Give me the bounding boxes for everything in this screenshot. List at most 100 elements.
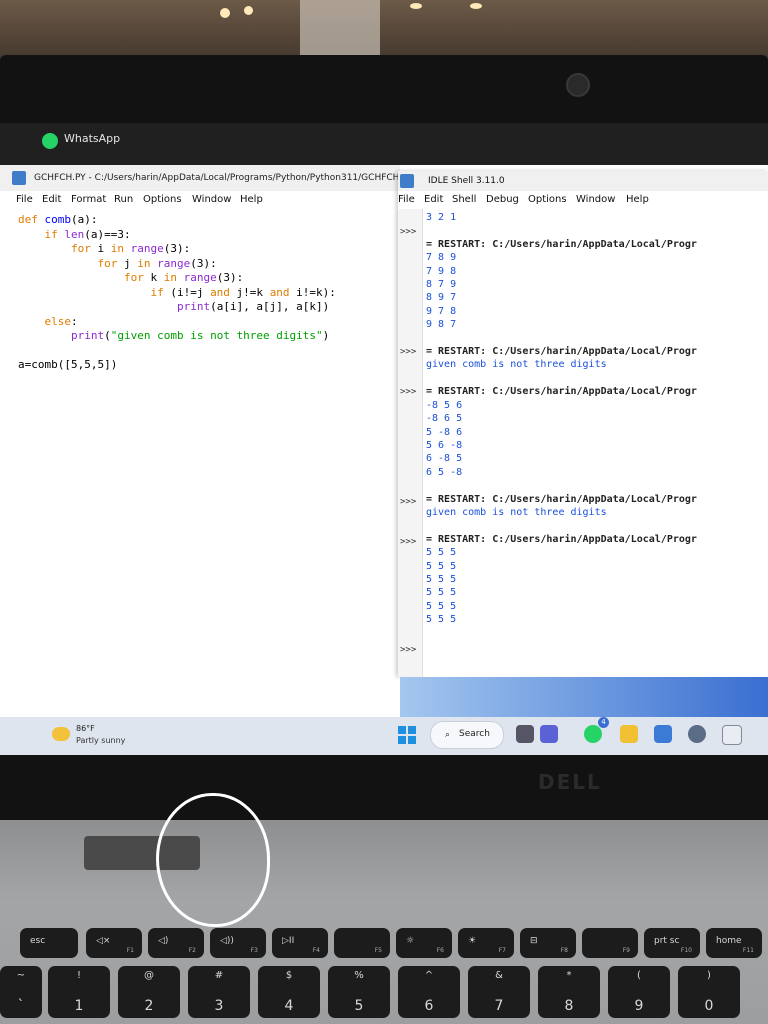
file-explorer-icon[interactable] xyxy=(620,725,638,743)
idle-feather-icon xyxy=(400,174,414,188)
key-9[interactable]: (9 xyxy=(608,966,670,1018)
shell-menu-shell[interactable]: Shell xyxy=(452,194,476,205)
message-line: given comb is not three digits xyxy=(426,506,607,518)
partly-sunny-icon[interactable] xyxy=(52,727,70,741)
key-2[interactable]: @2 xyxy=(118,966,180,1018)
output-line: 6 5 -8 xyxy=(426,466,463,478)
shell-menu-debug[interactable]: Debug xyxy=(486,194,519,205)
editor-title: GCHFCH.PY - C:/Users/harin/AppData/Local… xyxy=(34,173,452,183)
key-f10[interactable]: prt sc F10 xyxy=(644,928,700,958)
shell-titlebar[interactable]: IDLE Shell 3.11.0 xyxy=(398,171,768,191)
key-f7[interactable]: ☀ F7 xyxy=(458,928,514,958)
key-backtick[interactable]: ~ ` xyxy=(0,966,42,1018)
shell-prompt: >>> xyxy=(400,387,417,397)
output-line: 6 -8 5 xyxy=(426,453,463,465)
store-icon[interactable] xyxy=(654,725,672,743)
message-line: given comb is not three digits xyxy=(426,359,607,371)
shell-output[interactable]: 3 2 1 = RESTART: C:/Users/harin/AppData/… xyxy=(426,211,697,627)
shell-menu-edit[interactable]: Edit xyxy=(424,194,443,205)
whatsapp-titlebar[interactable]: WhatsApp xyxy=(0,123,768,165)
desktop-wallpaper xyxy=(400,677,768,717)
shell-prompt-gutter: >>> >>> >>> >>> >>> >>> xyxy=(398,209,423,677)
shell-prompt: >>> xyxy=(400,645,417,655)
editor-menu-file[interactable]: File xyxy=(16,194,33,205)
output-line: 7 9 8 xyxy=(426,265,457,277)
output-line: 7 8 9 xyxy=(426,252,457,264)
key-f5[interactable]: F5 xyxy=(334,928,390,958)
output-line: 5 5 5 xyxy=(426,573,457,585)
shell-menu-help[interactable]: Help xyxy=(626,194,649,205)
key-f9[interactable]: F9 xyxy=(582,928,638,958)
weather-description[interactable]: Partly sunny xyxy=(76,736,125,745)
editor-menu-window[interactable]: Window xyxy=(192,194,231,205)
output-line: 9 8 7 xyxy=(426,319,457,331)
ceiling-light xyxy=(220,8,230,18)
shell-menu-file[interactable]: File xyxy=(398,194,415,205)
code-editor[interactable]: def comb(a): if len(a)==3: for i in rang… xyxy=(18,213,336,373)
shell-menu-window[interactable]: Window xyxy=(576,194,615,205)
whatsapp-taskbar-icon[interactable] xyxy=(584,725,602,743)
editor-menu-format[interactable]: Format xyxy=(71,194,106,205)
output-line: 8 9 7 xyxy=(426,292,457,304)
hand-drawn-circle xyxy=(156,793,270,927)
ceiling-light xyxy=(470,3,482,9)
dell-logo: DELL xyxy=(538,770,602,794)
restart-line: = RESTART: C:/Users/harin/AppData/Local/… xyxy=(426,346,697,358)
idle-feather-icon xyxy=(12,171,26,185)
key-1[interactable]: ! 1 xyxy=(48,966,110,1018)
shell-window[interactable]: IDLE Shell 3.11.0 File Edit Shell Debug … xyxy=(398,171,768,677)
shell-menubar: File Edit Shell Debug Options Window Hel… xyxy=(398,192,768,208)
chat-icon[interactable] xyxy=(540,725,558,743)
output-line: 8 7 9 xyxy=(426,279,457,291)
key-f3[interactable]: ◁)) F3 xyxy=(210,928,266,958)
idle-taskbar-icon[interactable] xyxy=(722,725,742,745)
laptop-screen: WhatsApp GCHFCH.PY - C:/Users/harin/AppD… xyxy=(0,123,768,755)
output-line: 5 5 5 xyxy=(426,614,457,626)
key-esc[interactable]: esc xyxy=(20,928,78,958)
key-f11[interactable]: home F11 xyxy=(706,928,762,958)
key-0[interactable]: ) 0 xyxy=(678,966,740,1018)
editor-menu-help[interactable]: Help xyxy=(240,194,263,205)
task-view-icon[interactable] xyxy=(516,725,534,743)
output-line: 5 5 5 xyxy=(426,600,457,612)
restart-line: = RESTART: C:/Users/harin/AppData/Local/… xyxy=(426,493,697,505)
output-line: -8 5 6 xyxy=(426,399,463,411)
restart-line: = RESTART: C:/Users/harin/AppData/Local/… xyxy=(426,386,697,398)
key-f6[interactable]: ☼ F6 xyxy=(396,928,452,958)
key-f4[interactable]: ▷II F4 xyxy=(272,928,328,958)
key-8[interactable]: * 8 xyxy=(538,966,600,1018)
search-label: Search xyxy=(459,729,490,739)
restart-line: = RESTART: C:/Users/harin/AppData/Local/… xyxy=(426,533,697,545)
shell-prompt: >>> xyxy=(400,227,417,237)
shell-prompt: >>> xyxy=(400,347,417,357)
editor-window[interactable]: GCHFCH.PY - C:/Users/harin/AppData/Local… xyxy=(0,165,451,725)
output-line: 3 2 1 xyxy=(426,212,457,223)
shell-prompt: >>> xyxy=(400,497,417,507)
settings-gear-icon[interactable] xyxy=(688,725,706,743)
editor-menu-options[interactable]: Options xyxy=(143,194,182,205)
weather-temperature[interactable]: 86°F xyxy=(76,724,95,733)
editor-menu-edit[interactable]: Edit xyxy=(42,194,61,205)
output-line: 5 5 5 xyxy=(426,547,457,559)
output-line: 5 -8 6 xyxy=(426,426,463,438)
windows-start-icon[interactable] xyxy=(398,726,416,744)
key-3[interactable]: #3 xyxy=(188,966,250,1018)
output-line: 9 7 8 xyxy=(426,305,457,317)
key-7[interactable]: & 7 xyxy=(468,966,530,1018)
taskbar-search[interactable]: ⌕ Search xyxy=(430,721,504,749)
key-f8[interactable]: ⊟ F8 xyxy=(520,928,576,958)
output-line: -8 6 5 xyxy=(426,413,463,425)
editor-menu-run[interactable]: Run xyxy=(114,194,133,205)
key-6[interactable]: ^ 6 xyxy=(398,966,460,1018)
key-5[interactable]: % 5 xyxy=(328,966,390,1018)
webcam xyxy=(566,73,590,97)
shell-prompt: >>> xyxy=(400,537,417,547)
shell-menu-options[interactable]: Options xyxy=(528,194,567,205)
editor-titlebar[interactable]: GCHFCH.PY - C:/Users/harin/AppData/Local… xyxy=(0,165,451,191)
key-4[interactable]: $4 xyxy=(258,966,320,1018)
output-line: 5 6 -8 xyxy=(426,439,463,451)
notification-badge: 4 xyxy=(598,717,609,728)
key-f1[interactable]: ◁× F1 xyxy=(86,928,142,958)
output-line: 5 5 5 xyxy=(426,587,457,599)
key-f2[interactable]: ◁) F2 xyxy=(148,928,204,958)
